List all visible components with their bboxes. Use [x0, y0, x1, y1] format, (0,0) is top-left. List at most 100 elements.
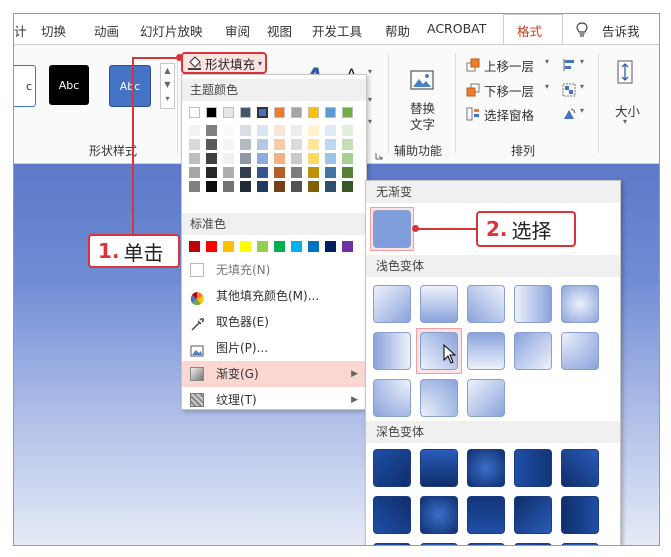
theme-shade-swatch[interactable]: [206, 139, 217, 150]
light-gradient-swatch[interactable]: [420, 379, 458, 417]
theme-color-swatch[interactable]: [189, 107, 200, 118]
standard-color-swatch[interactable]: [308, 241, 319, 252]
light-gradient-swatch[interactable]: [467, 332, 505, 370]
standard-color-swatch[interactable]: [257, 241, 268, 252]
theme-shade-swatch[interactable]: [206, 125, 217, 136]
menu-item-more-colors[interactable]: 其他填充颜色(M)...: [182, 283, 366, 309]
theme-shade-swatch[interactable]: [308, 167, 319, 178]
tab-slideshow[interactable]: 幻灯片放映: [140, 21, 203, 40]
text-outline-dropdown-icon[interactable]: ▾: [368, 95, 372, 104]
theme-shade-swatch[interactable]: [274, 181, 285, 192]
theme-color-swatch[interactable]: [325, 107, 336, 118]
standard-color-swatch[interactable]: [274, 241, 285, 252]
theme-shade-swatch[interactable]: [240, 181, 251, 192]
theme-shade-swatch[interactable]: [240, 125, 251, 136]
theme-shade-swatch[interactable]: [257, 167, 268, 178]
menu-item-texture[interactable]: 纹理(T) ▶: [182, 387, 366, 413]
tab-developer[interactable]: 开发工具: [312, 21, 362, 40]
theme-shade-swatch[interactable]: [223, 167, 234, 178]
gallery-up-icon[interactable]: ▲: [161, 64, 174, 78]
theme-shade-swatch[interactable]: [240, 167, 251, 178]
bring-forward-dropdown-icon[interactable]: ▾: [545, 57, 549, 66]
dark-gradient-swatch[interactable]: [561, 496, 599, 534]
text-fill-dropdown-icon[interactable]: ▾: [368, 67, 372, 76]
selection-pane-icon[interactable]: [466, 106, 480, 121]
theme-color-swatch[interactable]: [240, 107, 251, 118]
dark-gradient-swatch[interactable]: [467, 543, 505, 545]
tab-animations[interactable]: 动画: [94, 21, 119, 40]
dark-gradient-swatch[interactable]: [467, 496, 505, 534]
standard-color-swatch[interactable]: [291, 241, 302, 252]
theme-shade-swatch[interactable]: [223, 139, 234, 150]
theme-shade-swatch[interactable]: [274, 167, 285, 178]
theme-shade-swatch[interactable]: [291, 139, 302, 150]
theme-shade-swatch[interactable]: [325, 153, 336, 164]
dark-gradient-swatch[interactable]: [373, 543, 411, 545]
theme-shade-swatch[interactable]: [189, 125, 200, 136]
theme-shade-swatch[interactable]: [274, 153, 285, 164]
light-gradient-swatch[interactable]: [373, 332, 411, 370]
no-gradient-swatch[interactable]: [373, 210, 411, 248]
dark-gradient-swatch[interactable]: [514, 543, 552, 545]
shape-style-black[interactable]: Abc: [49, 65, 89, 105]
group-dropdown-icon[interactable]: ▾: [580, 82, 584, 91]
theme-shade-swatch[interactable]: [325, 139, 336, 150]
theme-shade-swatch[interactable]: [308, 139, 319, 150]
theme-shade-swatch[interactable]: [274, 125, 285, 136]
theme-color-swatch[interactable]: [206, 107, 217, 118]
standard-color-swatch[interactable]: [189, 241, 200, 252]
rotate-icon[interactable]: [562, 106, 576, 120]
send-backward-label[interactable]: 下移一层: [484, 81, 534, 100]
gallery-more-icon[interactable]: ▾: [161, 92, 174, 106]
theme-shade-swatch[interactable]: [257, 181, 268, 192]
dark-gradient-swatch[interactable]: [561, 543, 599, 545]
theme-shade-swatch[interactable]: [257, 125, 268, 136]
dark-gradient-swatch[interactable]: [561, 449, 599, 487]
theme-shade-swatch[interactable]: [325, 167, 336, 178]
dark-gradient-swatch[interactable]: [373, 449, 411, 487]
theme-shade-swatch[interactable]: [257, 139, 268, 150]
theme-shade-swatch[interactable]: [325, 125, 336, 136]
light-gradient-swatch[interactable]: [420, 285, 458, 323]
light-gradient-swatch[interactable]: [514, 332, 552, 370]
theme-color-swatch[interactable]: [257, 107, 268, 118]
align-icon[interactable]: [562, 57, 576, 71]
standard-color-swatch[interactable]: [342, 241, 353, 252]
gallery-down-icon[interactable]: ▼: [161, 78, 174, 92]
replace-text-icon[interactable]: [409, 67, 435, 93]
dark-gradient-swatch[interactable]: [514, 449, 552, 487]
dark-gradient-swatch[interactable]: [373, 496, 411, 534]
size-icon[interactable]: [614, 59, 636, 85]
tab-format[interactable]: 格式: [517, 21, 542, 40]
theme-color-swatch[interactable]: [342, 107, 353, 118]
wordart-dialog-launcher-icon[interactable]: [375, 145, 383, 160]
theme-shade-swatch[interactable]: [223, 125, 234, 136]
theme-shade-swatch[interactable]: [342, 181, 353, 192]
rotate-dropdown-icon[interactable]: ▾: [580, 106, 584, 115]
theme-color-swatch[interactable]: [274, 107, 285, 118]
text-effects-dropdown-icon[interactable]: ▾: [368, 117, 372, 126]
shape-style-blue[interactable]: Abc: [109, 65, 151, 107]
theme-shade-swatch[interactable]: [342, 139, 353, 150]
shape-fill-button[interactable]: 形状填充 ▾: [181, 52, 267, 74]
size-dropdown-icon[interactable]: ▾: [623, 117, 627, 126]
theme-shade-swatch[interactable]: [291, 125, 302, 136]
light-gradient-swatch[interactable]: [467, 379, 505, 417]
menu-item-gradient[interactable]: 渐变(G) ▶: [182, 361, 366, 387]
dark-gradient-swatch[interactable]: [514, 496, 552, 534]
theme-shade-swatch[interactable]: [257, 153, 268, 164]
send-backward-icon[interactable]: [466, 82, 480, 97]
menu-item-no-fill[interactable]: 无填充(N): [182, 257, 366, 283]
light-gradient-swatch[interactable]: [561, 332, 599, 370]
style-gallery-scroll[interactable]: ▲ ▼ ▾: [160, 63, 175, 109]
theme-shade-swatch[interactable]: [223, 153, 234, 164]
dark-gradient-swatch[interactable]: [420, 496, 458, 534]
tab-acrobat[interactable]: ACROBAT: [427, 21, 486, 36]
tab-review[interactable]: 审阅: [225, 21, 250, 40]
bring-forward-label[interactable]: 上移一层: [484, 56, 534, 75]
dark-gradient-swatch[interactable]: [420, 543, 458, 545]
size-label[interactable]: 大小: [615, 101, 640, 120]
theme-shade-swatch[interactable]: [189, 139, 200, 150]
theme-shade-swatch[interactable]: [189, 181, 200, 192]
standard-color-swatch[interactable]: [240, 241, 251, 252]
